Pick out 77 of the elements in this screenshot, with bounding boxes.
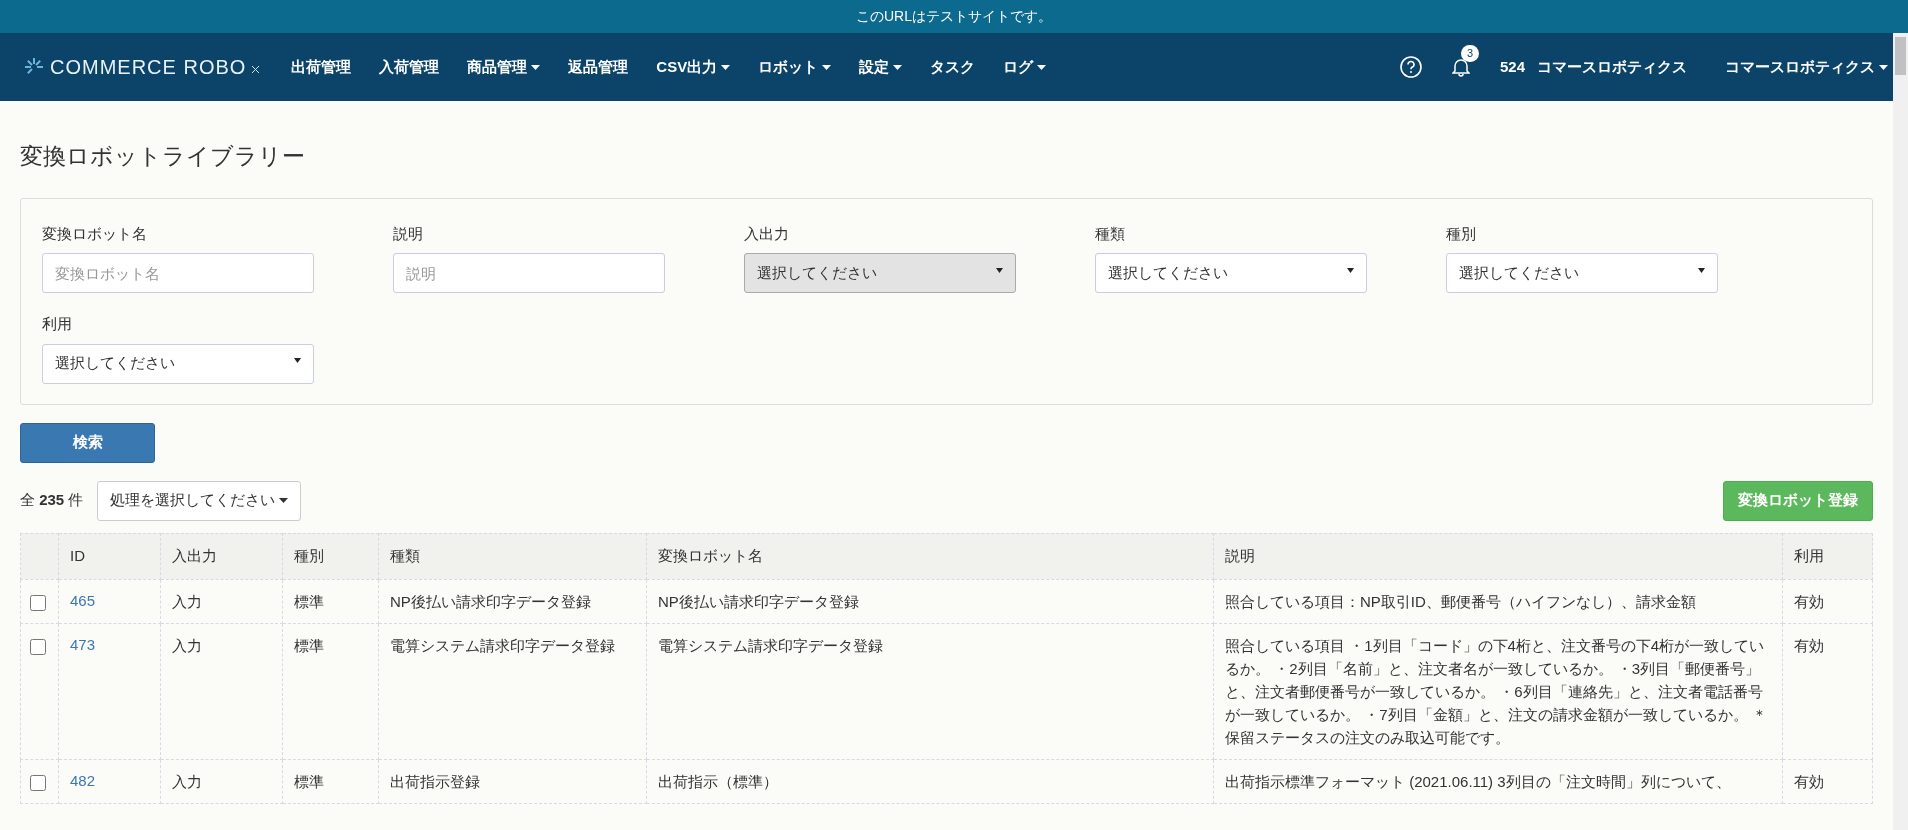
table-cell: 出荷指示標準フォーマット (2021.06.11) 3列目の「注文時間」列について、: [1213, 759, 1783, 803]
nav-menu-item[interactable]: ロボット: [744, 55, 846, 79]
field-label: 説明: [393, 223, 424, 244]
field-label: 利用: [42, 314, 73, 334]
row-checkbox[interactable]: [30, 638, 46, 655]
nav-menu-item[interactable]: 入荷管理: [365, 55, 454, 79]
caret-icon: [822, 64, 832, 70]
row-checkbox[interactable]: [30, 774, 46, 791]
row-checkbox[interactable]: [30, 594, 46, 611]
table-cell: 入力: [160, 579, 283, 623]
scrollbar[interactable]: [1893, 33, 1908, 830]
caret-icon: [893, 64, 903, 70]
column-header: 変換ロボット名: [646, 533, 1214, 579]
text-input[interactable]: 変換ロボット名: [42, 253, 314, 293]
nav-menu-item[interactable]: ログ: [989, 55, 1061, 79]
caret-icon: [279, 498, 289, 503]
table-cell: 標準: [282, 623, 379, 759]
field-label: 変換ロボット名: [42, 223, 148, 244]
account-number: 524: [1499, 56, 1525, 77]
logo-icon: [24, 57, 44, 77]
nav-menu-item[interactable]: タスク: [916, 55, 990, 79]
table-cell: 有効: [1782, 759, 1873, 803]
company-name: コマースロボティクス: [1537, 56, 1687, 77]
table-cell: 照合している項目 ・1列目「コード」の下4桁と、注文番号の下4桁が一致しているか。 ・2列目「名前」と、注文者名が一致しているか。 ・3列目「郵便番号」と、注文者郵便番号が一致しているか。 ・6列目「連絡先」と、注文者電話番号が一致しているか。 ・7列目「金額」と、注文の請求金額が一致しているか。 ＊保留ステータスの注文のみ取込可能です。: [1213, 623, 1783, 759]
table-cell: 出荷指示登録: [378, 759, 647, 803]
caret-icon: [1879, 64, 1888, 70]
select-dropdown[interactable]: 選択してください: [42, 343, 314, 384]
bulk-action-dropdown[interactable]: 処理を選択してください: [97, 480, 302, 521]
column-header: 入出力: [160, 533, 283, 579]
id-link[interactable]: 465: [70, 591, 96, 609]
field-label: 種別: [1446, 223, 1477, 244]
caret-icon: [996, 267, 1003, 273]
field-label: 種類: [1095, 223, 1126, 244]
page-title: 変換ロボットライブラリー: [20, 142, 306, 171]
table-cell: 有効: [1782, 623, 1873, 759]
field-label: 入出力: [744, 223, 790, 244]
caret-icon: [721, 64, 731, 70]
caret-icon: [531, 64, 541, 70]
notification-badge: 3: [1460, 45, 1480, 62]
nav-menu-item[interactable]: CSV出力: [642, 55, 745, 79]
help-icon[interactable]: [1399, 56, 1422, 78]
caret-icon: [1698, 267, 1705, 273]
column-header: 利用: [1782, 533, 1873, 579]
column-header: 説明: [1213, 533, 1783, 579]
table-cell: 電算システム請求印字データ登録: [646, 623, 1214, 759]
column-header: 種別: [282, 533, 379, 579]
caret-icon: [1037, 64, 1047, 70]
test-site-banner: このURLはテストサイトです。: [0, 0, 1908, 33]
select-dropdown[interactable]: 選択してください: [1446, 253, 1718, 293]
user-menu[interactable]: コマースロボティクス: [1725, 55, 1888, 79]
table-cell: NP後払い請求印字データ登録: [378, 579, 647, 623]
column-header: 種類: [378, 533, 647, 579]
id-link[interactable]: 473: [70, 635, 96, 653]
nav-menu-item[interactable]: 設定: [845, 55, 917, 79]
bell-icon[interactable]: [1451, 57, 1470, 77]
logo-text: COMMERCE ROBO: [50, 55, 247, 80]
caret-icon: [294, 358, 301, 363]
table-cell: 電算システム請求印字データ登録: [378, 623, 647, 759]
text-input[interactable]: 説明: [393, 253, 665, 293]
select-dropdown[interactable]: 選択してください: [1095, 253, 1367, 293]
table-cell: 標準: [282, 759, 379, 803]
nav-menu-item[interactable]: 商品管理: [453, 55, 555, 79]
table-cell: NP後払い請求印字データ登録: [646, 579, 1214, 623]
caret-icon: [1347, 267, 1354, 273]
column-header: ID: [58, 533, 161, 579]
select-dropdown[interactable]: 選択してください: [744, 253, 1016, 293]
table-cell: 照合している項目：NP取引ID、郵便番号（ハイフンなし）、請求金額: [1213, 579, 1783, 623]
nav-menu-item[interactable]: 出荷管理: [277, 55, 366, 79]
table-cell: 出荷指示（標準）: [646, 759, 1214, 803]
nav-menu-item[interactable]: 返品管理: [554, 55, 643, 79]
id-link[interactable]: 482: [70, 771, 96, 789]
table-cell: 有効: [1782, 579, 1873, 623]
search-button[interactable]: 検索: [20, 422, 155, 463]
table-cell: 入力: [160, 623, 283, 759]
result-count: 全 235 件: [20, 490, 84, 511]
table-cell: 入力: [160, 759, 283, 803]
table-cell: 標準: [282, 579, 379, 623]
